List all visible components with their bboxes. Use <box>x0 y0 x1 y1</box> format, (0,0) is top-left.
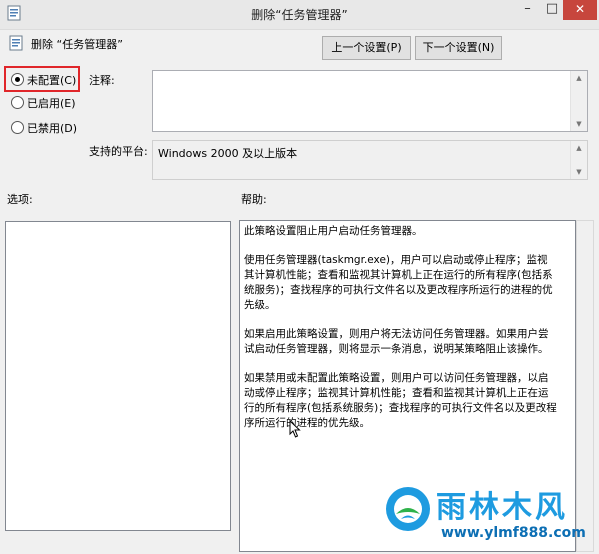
title-bar: 删除“任务管理器” – □ ✕ <box>0 0 599 30</box>
scroll-down-icon[interactable]: ▼ <box>571 117 587 131</box>
comment-label: 注释: <box>89 74 115 87</box>
watermark-text: 雨林木风 <box>436 490 568 525</box>
radio-label: 已禁用(D) <box>27 122 78 135</box>
scroll-up-icon[interactable]: ▲ <box>571 71 587 85</box>
platform-label: 支持的平台: <box>89 145 148 158</box>
next-setting-button[interactable]: 下一个设置(N) <box>415 36 502 60</box>
policy-title: 删除 “任务管理器” <box>31 38 123 51</box>
radio-enabled[interactable]: 已启用(E) <box>11 96 76 112</box>
radio-disabled[interactable]: 已禁用(D) <box>11 121 77 137</box>
radio-indicator-icon[interactable] <box>11 121 24 134</box>
options-label: 选项: <box>7 193 33 206</box>
window-title: 删除“任务管理器” <box>251 8 348 22</box>
scroll-down-icon[interactable]: ▼ <box>571 165 587 179</box>
watermark: 雨林木风 www.ylmf888.com <box>383 478 599 554</box>
options-panel <box>5 221 231 531</box>
radio-indicator-icon[interactable] <box>11 96 24 109</box>
watermark-url: www.ylmf888.com <box>441 525 586 541</box>
help-paragraph: 使用任务管理器(taskmgr.exe)，用户可以启动或停止程序；监视其计算机性… <box>244 254 553 311</box>
platform-field: Windows 2000 及以上版本 ▲ ▼ <box>152 140 588 180</box>
platform-value: Windows 2000 及以上版本 <box>158 147 298 160</box>
scroll-up-icon[interactable]: ▲ <box>571 141 587 155</box>
platform-scrollbar[interactable]: ▲ ▼ <box>570 141 587 179</box>
help-paragraph: 此策略设置阻止用户启动任务管理器。 <box>244 225 423 237</box>
comment-textarea[interactable]: ▲ ▼ <box>152 70 588 132</box>
comment-scrollbar[interactable]: ▲ ▼ <box>570 71 587 131</box>
watermark-logo-icon <box>386 487 430 531</box>
help-label: 帮助: <box>241 193 267 206</box>
previous-setting-button[interactable]: 上一个设置(P) <box>322 36 411 60</box>
maximize-button[interactable]: □ <box>541 0 563 20</box>
minimize-button[interactable]: – <box>515 0 540 20</box>
highlight-box <box>4 66 80 92</box>
policy-setting-icon <box>9 35 23 51</box>
help-paragraph: 如果启用此策略设置，则用户将无法访问任务管理器。如果用户尝试启动任务管理器，则将… <box>244 328 549 355</box>
mouse-cursor-icon <box>289 420 301 438</box>
close-button[interactable]: ✕ <box>563 0 597 20</box>
radio-label: 已启用(E) <box>27 97 76 110</box>
